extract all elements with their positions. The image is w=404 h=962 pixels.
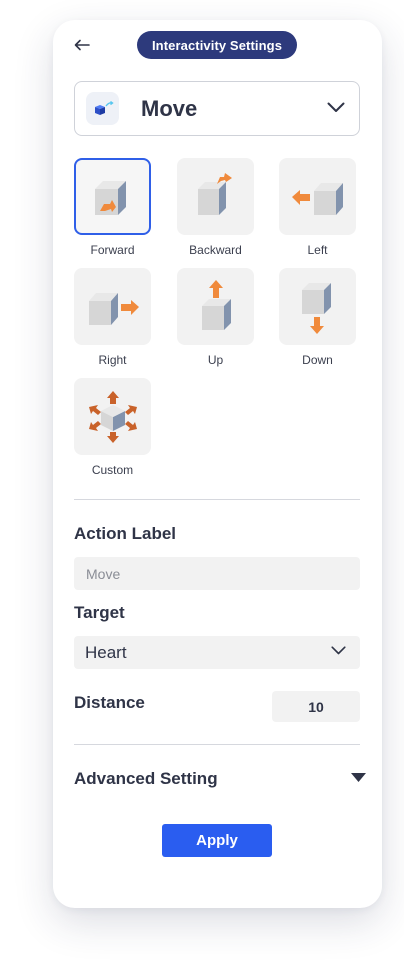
direction-custom-option[interactable]: Custom — [74, 378, 151, 477]
action-label-input[interactable] — [74, 557, 360, 590]
chevron-down-icon — [331, 646, 346, 655]
move-custom-icon — [88, 390, 137, 443]
action-type-select[interactable]: Move — [74, 81, 360, 136]
direction-down-option[interactable]: Down — [279, 268, 356, 367]
action-label-heading: Action Label — [74, 524, 177, 543]
direction-label: Up — [207, 353, 224, 367]
target-value: Heart — [85, 642, 127, 662]
advanced-setting-heading[interactable]: Advanced Setting — [74, 769, 218, 789]
direction-label: Custom — [91, 463, 134, 477]
move-backward-icon — [197, 172, 232, 215]
move-up-icon — [201, 279, 231, 330]
page-title: Interactivity Settings — [137, 31, 297, 59]
move-down-icon — [301, 282, 331, 334]
cube-move-icon — [86, 92, 119, 125]
arrow-left-icon — [74, 39, 90, 51]
distance-heading: Distance — [74, 693, 145, 712]
move-forward-icon — [94, 180, 126, 215]
divider — [74, 499, 360, 500]
direction-label: Down — [302, 353, 333, 367]
direction-forward-option[interactable]: Forward — [74, 158, 151, 257]
move-left-icon — [291, 182, 343, 215]
distance-input[interactable]: 10 — [272, 691, 360, 722]
divider — [74, 744, 360, 745]
interactivity-panel: Interactivity Settings Move Forward Back… — [53, 20, 382, 908]
direction-label: Backward — [189, 243, 242, 257]
direction-up-option[interactable]: Up — [177, 268, 254, 367]
direction-label: Left — [307, 243, 328, 257]
back-button[interactable] — [71, 34, 93, 56]
direction-label: Right — [98, 353, 127, 367]
chevron-down-icon — [327, 102, 345, 112]
action-type-label: Move — [141, 95, 198, 121]
direction-label: Forward — [90, 243, 135, 257]
move-right-icon — [88, 292, 139, 325]
caret-down-icon[interactable] — [351, 773, 366, 782]
target-heading: Target — [74, 603, 125, 622]
target-select[interactable]: Heart — [74, 636, 360, 669]
direction-left-option[interactable]: Left — [279, 158, 356, 257]
direction-backward-option[interactable]: Backward — [177, 158, 254, 257]
apply-button[interactable]: Apply — [162, 824, 272, 857]
direction-right-option[interactable]: Right — [74, 268, 151, 367]
